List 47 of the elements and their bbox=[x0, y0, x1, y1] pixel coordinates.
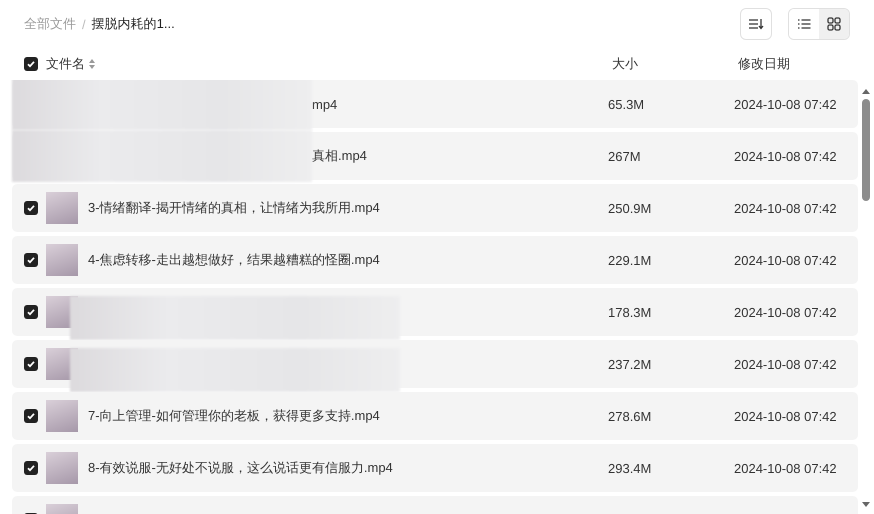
file-size: 293.4M bbox=[608, 460, 652, 476]
column-header[interactable]: 修改日期 bbox=[738, 56, 790, 71]
scroll-up-icon[interactable] bbox=[861, 88, 871, 95]
photo-placeholder bbox=[46, 452, 78, 484]
checkbox[interactable] bbox=[24, 201, 38, 215]
file-size: 178.3M bbox=[608, 304, 652, 320]
file-size: 250.9M bbox=[608, 200, 652, 216]
checkbox[interactable] bbox=[24, 461, 38, 475]
breadcrumb-current: 摆脱内耗的1... bbox=[92, 15, 175, 33]
column-header[interactable]: 文件名 bbox=[46, 55, 85, 73]
checkbox[interactable] bbox=[24, 357, 38, 371]
grid-view-icon bbox=[827, 17, 841, 31]
file-name[interactable]: 4-焦虑转移-走出越想做好，结果越糟糕的怪圈.mp4 bbox=[88, 252, 380, 267]
checkbox[interactable] bbox=[24, 253, 38, 267]
modified-date: 2024-10-08 07:42 bbox=[734, 96, 838, 112]
file-name[interactable]: 真相.mp4 bbox=[312, 148, 367, 163]
sort-icon[interactable] bbox=[89, 59, 95, 69]
sort-button[interactable] bbox=[740, 8, 772, 40]
sort-lines-icon bbox=[748, 17, 764, 31]
modified-date: 2024-10-08 07:42 bbox=[734, 356, 838, 372]
file-name[interactable]: 3-情绪翻译-揭开情绪的真相，让情绪为我所用.mp4 bbox=[88, 200, 380, 215]
file-name[interactable]: mp4 bbox=[312, 96, 338, 112]
modified-date: 2024-10-08 07:42 bbox=[734, 460, 838, 476]
modified-date: 2024-10-08 07:42 bbox=[734, 148, 838, 164]
file-size: 278.6M bbox=[608, 408, 652, 424]
checkbox[interactable] bbox=[24, 409, 38, 423]
modified-date: 2024-10-08 07:42 bbox=[734, 252, 838, 268]
modified-date: 2024-10-08 07:42 bbox=[734, 200, 838, 216]
file-size: 229.1M bbox=[608, 252, 652, 268]
file-size: 65.3M bbox=[608, 96, 646, 112]
modified-date: 2024-10-08 07:42 bbox=[734, 304, 838, 320]
photo-placeholder bbox=[46, 400, 78, 432]
file-size: 267M bbox=[608, 148, 642, 164]
scroll-down-icon[interactable] bbox=[861, 501, 871, 508]
photo-placeholder bbox=[46, 244, 78, 276]
list-view-icon bbox=[797, 18, 811, 30]
scrollbar-thumb[interactable] bbox=[862, 99, 870, 201]
grid-view-button[interactable] bbox=[819, 9, 849, 39]
photo-placeholder bbox=[46, 192, 78, 224]
file-name[interactable]: 8-有效说服-无好处不说服，这么说话更有信服力.mp4 bbox=[88, 460, 393, 475]
file-name[interactable]: 7-向上管理-如何管理你的老板，获得更多支持.mp4 bbox=[88, 408, 380, 423]
checkbox[interactable] bbox=[24, 57, 38, 71]
breadcrumb-separator: / bbox=[82, 16, 86, 32]
modified-date: 2024-10-08 07:42 bbox=[734, 408, 838, 424]
column-header[interactable]: 大小 bbox=[612, 56, 638, 71]
checkbox[interactable] bbox=[24, 305, 38, 319]
file-size: 237.2M bbox=[608, 356, 652, 372]
